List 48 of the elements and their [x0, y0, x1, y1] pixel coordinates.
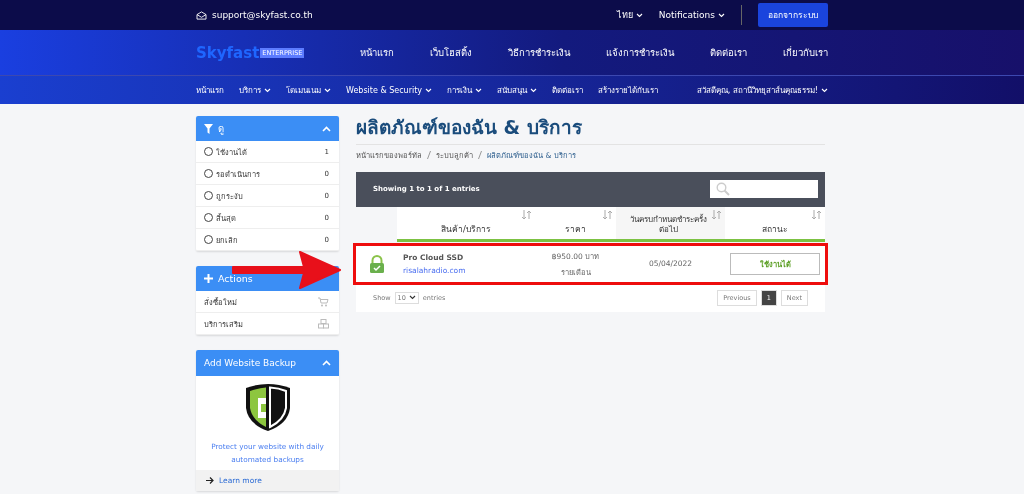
column-header[interactable]: ราคา — [535, 206, 616, 242]
nav-item[interactable]: บริการ — [239, 83, 271, 97]
chevron-down-icon — [635, 13, 643, 18]
nav-item[interactable]: หน้าแรก — [196, 83, 224, 97]
nav-item[interactable]: การเงิน — [447, 83, 483, 97]
lock-icon — [368, 254, 385, 273]
chevron-down-icon — [821, 87, 828, 93]
filter-icon — [204, 123, 213, 134]
slash-separator-icon — [427, 150, 431, 159]
envelope-icon — [196, 10, 207, 20]
sort-icon — [603, 209, 613, 220]
column-header[interactable]: สินค้า/บริการ — [397, 206, 535, 242]
nav-item[interactable]: ติดต่อเรา — [552, 83, 584, 97]
chevron-up-icon — [322, 125, 331, 132]
search-icon — [716, 182, 730, 197]
nav-item[interactable]: โดเมนเนม — [286, 83, 331, 97]
column-header[interactable]: สถานะ — [725, 206, 825, 242]
search-field[interactable] — [710, 180, 818, 199]
slash-separator-icon — [478, 150, 482, 159]
header-link[interactable]: แจ้งการชำระเงิน — [606, 45, 674, 60]
shield-logo-icon — [243, 382, 292, 432]
sort-icon — [522, 209, 532, 220]
cubes-icon — [318, 318, 329, 329]
header-link[interactable]: ติดต่อเรา — [710, 45, 747, 60]
chevron-up-icon — [322, 360, 331, 366]
language-menu[interactable]: ไทย — [616, 8, 643, 22]
chevron-down-icon — [718, 13, 725, 18]
panel-title: Add Website Backup — [204, 358, 296, 368]
header-link[interactable]: วิธีการชำระเงิน — [508, 45, 570, 60]
nav-item[interactable]: Website & Security — [346, 85, 433, 95]
user-menu[interactable]: สวัสดีคุณ, สถานีวิทยุสาส์นคุณธรรม! — [696, 83, 828, 97]
notifications-menu[interactable]: Notifications — [658, 10, 725, 20]
nav-item[interactable]: สร้างรายได้กับเรา — [598, 83, 659, 97]
header-link[interactable]: เว็บโฮสติ้ง — [430, 45, 472, 60]
plus-icon — [204, 274, 213, 283]
header-link[interactable]: เกี่ยวกับเรา — [783, 45, 828, 60]
panel-title: ดู — [218, 122, 224, 136]
support-email[interactable]: support@skyfast.co.th — [196, 10, 313, 20]
sort-icon — [812, 209, 822, 220]
nav-item[interactable]: สนับสนุน — [497, 83, 538, 97]
sort-icon — [712, 209, 722, 220]
page-title: ผลิตภัณฑ์ของฉัน & บริการ — [356, 116, 825, 145]
logout-button[interactable]: ออกจากระบบ — [758, 3, 828, 27]
cart-icon — [318, 296, 329, 307]
header-link[interactable]: หน้าแรก — [360, 45, 394, 60]
chevron-down-icon — [408, 295, 416, 301]
panel-title: Actions — [218, 273, 253, 284]
arrow-right-icon — [206, 477, 214, 485]
